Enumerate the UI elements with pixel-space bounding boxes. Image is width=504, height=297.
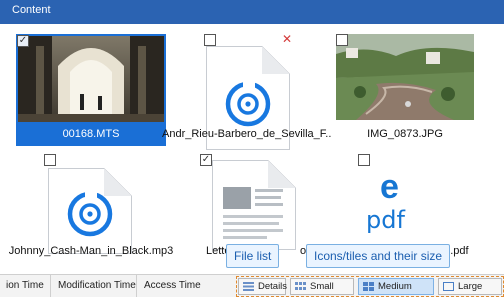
content-title: Content: [12, 4, 51, 16]
close-icon[interactable]: ✕: [282, 32, 292, 46]
file-tile[interactable]: ✓ 00168.MTS: [16, 34, 166, 146]
document-file-icon: [212, 160, 296, 250]
view-small-icons-button[interactable]: Small icons: [290, 278, 354, 297]
file-name: Johnny_Cash-Man_in_Black.mp3: [8, 245, 174, 257]
edge-logo-icon: e: [380, 168, 399, 206]
file-grid: ✓ 00168.MTS ✕ Andr_Rieu-Barbero_de_Sevil…: [0, 24, 504, 274]
bottom-toolbar: ion Time Modification Time Access Time D…: [0, 274, 504, 297]
tile-checkbox[interactable]: [336, 34, 348, 46]
file-tile[interactable]: ✕ Andr_Rieu-Barbero_de_Sevilla_F...: [162, 32, 332, 150]
tile-checkbox[interactable]: [358, 154, 370, 166]
tile-checkbox[interactable]: [44, 154, 56, 166]
small-icons-view-icon: [295, 282, 306, 290]
column-header-modification-time[interactable]: Modification Time: [58, 280, 136, 291]
tile-checkbox[interactable]: ✓: [17, 35, 29, 47]
file-list-callout: File list: [226, 244, 280, 268]
medium-icons-view-icon: [363, 282, 374, 291]
column-divider: [136, 275, 137, 297]
icons-size-callout: Icons/tiles and their size: [306, 244, 451, 268]
video-thumbnail: [18, 36, 164, 122]
audio-file-icon: [48, 168, 132, 254]
column-header-creation-time[interactable]: ion Time: [6, 280, 44, 291]
view-small-icons-label: Small icons: [310, 281, 334, 297]
view-details-label: Details: [258, 281, 288, 292]
file-name: 00168.MTS: [62, 128, 120, 140]
page-fold: [268, 160, 296, 188]
pdf-file-icon: e pdf: [362, 168, 446, 254]
column-header-access-time[interactable]: Access Time: [144, 280, 201, 291]
image-thumbnail: [336, 34, 474, 120]
view-large-icons-button[interactable]: Large icons: [438, 278, 502, 297]
page-fold: [262, 46, 290, 74]
column-divider: [50, 275, 51, 297]
view-large-icons-label: Large icons: [458, 281, 483, 297]
file-tile[interactable]: Johnny_Cash-Man_in_Black.mp3: [9, 152, 173, 264]
details-view-icon: [243, 282, 254, 291]
content-header: Content: [0, 0, 504, 24]
pdf-label: pdf: [366, 206, 405, 234]
file-name: IMG_0873.JPG: [367, 128, 443, 140]
view-medium-icons-button[interactable]: Medium icons: [358, 278, 434, 297]
tile-checkbox[interactable]: ✓: [200, 154, 212, 166]
view-medium-icons-label: Medium icons: [378, 281, 412, 297]
file-name: Andr_Rieu-Barbero_de_Sevilla_F...: [162, 128, 332, 140]
view-details-button[interactable]: Details: [238, 278, 288, 295]
large-icons-view-icon: [443, 282, 454, 291]
file-tile[interactable]: IMG_0873.JPG: [330, 34, 480, 146]
tile-checkbox[interactable]: [204, 34, 216, 46]
